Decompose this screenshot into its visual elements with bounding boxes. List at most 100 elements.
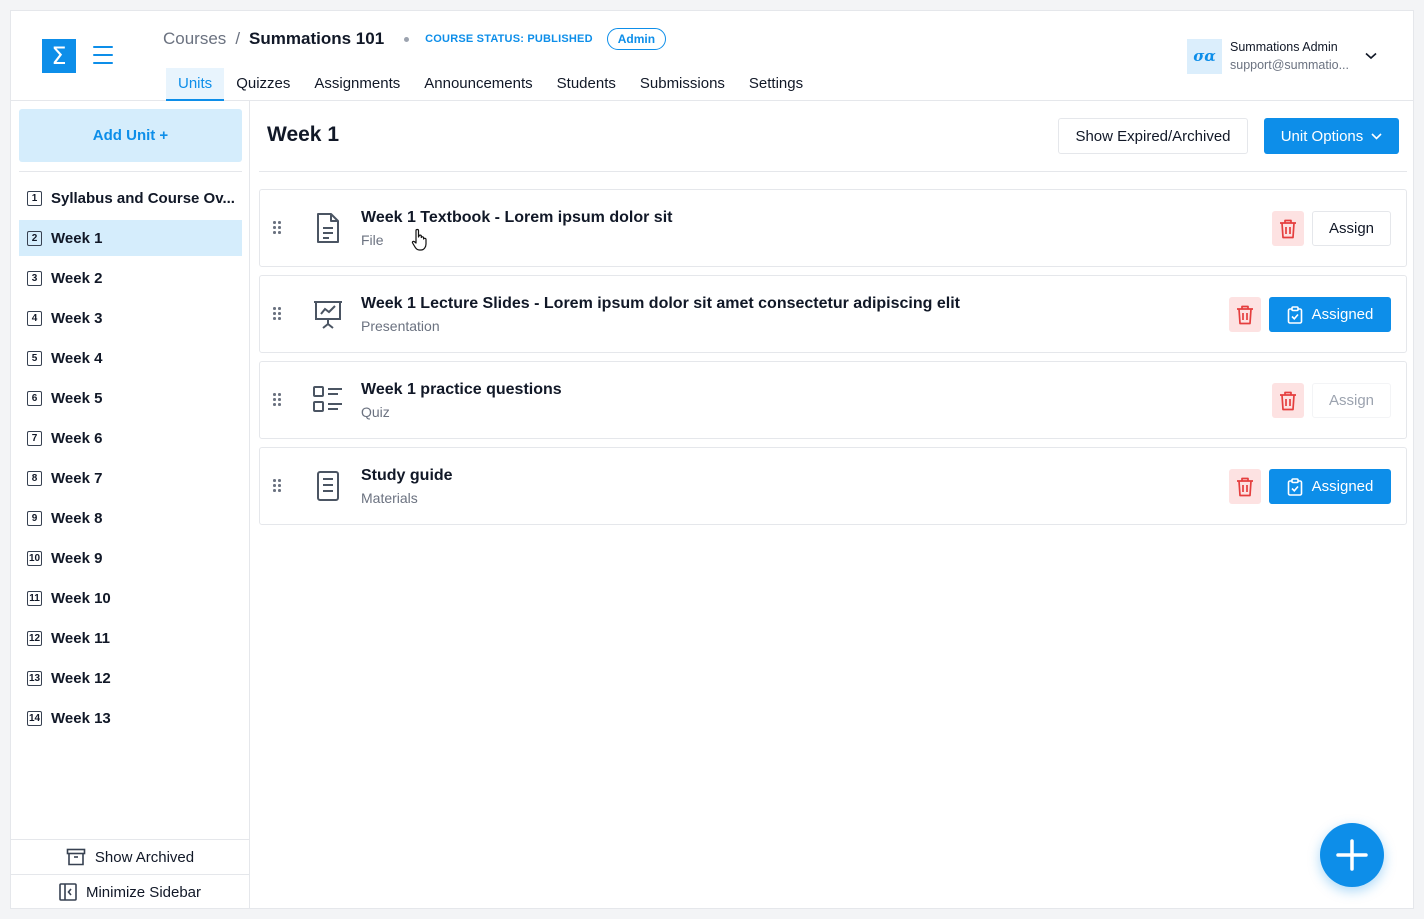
unit-name: Week 6 [51, 429, 103, 447]
app-window: Σ Courses / Summations 101 COURSE STATUS… [10, 10, 1414, 909]
item-title[interactable]: Week 1 Textbook - Lorem ipsum dolor sit [361, 209, 672, 227]
avatar: σα [1187, 38, 1222, 74]
unit-options-label: Unit Options [1280, 127, 1364, 145]
sigma-logo-icon[interactable]: Σ [42, 39, 76, 73]
unit-number-badge: 11 [27, 590, 42, 606]
unit-name: Week 7 [51, 469, 103, 487]
unit-number-badge: 3 [27, 270, 42, 286]
unit-name: Week 3 [51, 309, 103, 327]
breadcrumb-courses-link[interactable]: Courses [163, 29, 226, 49]
units-sidebar: Add Unit + 1 Syllabus and Course Ov... 2W… [11, 101, 250, 908]
sidebar-item-unit-13[interactable]: 13 Week 12 [19, 660, 242, 696]
unit-name: Week 1 [51, 229, 103, 247]
unit-list: 1 Syllabus and Course Ov... 2 Week 1 3 Week… [19, 180, 242, 740]
unit-item-row: Week 1 Textbook - Lorem ipsum dolor sit … [259, 189, 1407, 267]
user-menu[interactable]: σα Summations Admin support@summatio... [1187, 38, 1387, 74]
breadcrumb: Courses / Summations 101 COURSE STATUS: … [163, 28, 667, 50]
drag-handle-icon[interactable] [273, 393, 281, 407]
unit-name: Week 2 [51, 269, 103, 287]
unit-number-badge: 13 [27, 670, 42, 686]
sidebar-item-unit-3[interactable]: 3 Week 2 [19, 260, 242, 296]
plus-icon [1336, 839, 1368, 871]
unit-name: Week 5 [51, 389, 103, 407]
tab-students[interactable]: Students [545, 68, 628, 101]
unit-number-badge: 6 [27, 390, 42, 406]
item-title[interactable]: Week 1 Lecture Slides - Lorem ipsum dolo… [361, 295, 960, 313]
delete-button[interactable] [1229, 469, 1261, 504]
unit-content: Week 1 Show Expired/Archived Unit Option… [251, 101, 1413, 908]
show-archived-button[interactable]: Show Archived [11, 839, 249, 874]
tab-announcements[interactable]: Announcements [412, 68, 544, 101]
assigned-button[interactable]: Assigned [1269, 297, 1391, 332]
show-expired-archived-button[interactable]: Show Expired/Archived [1058, 118, 1248, 154]
drag-handle-icon[interactable] [273, 307, 281, 321]
sidebar-item-unit-10[interactable]: 10 Week 9 [19, 540, 242, 576]
sidebar-item-unit-12[interactable]: 12 Week 11 [19, 620, 242, 656]
sidebar-item-unit-4[interactable]: 4 Week 3 [19, 300, 242, 336]
item-type: File [361, 232, 384, 248]
trash-icon [1280, 219, 1296, 238]
breadcrumb-current-course: Summations 101 [249, 29, 385, 48]
breadcrumb-separator: / [235, 29, 241, 48]
assigned-button[interactable]: Assigned [1269, 469, 1391, 504]
delete-button[interactable] [1272, 383, 1304, 418]
sidebar-item-unit-5[interactable]: 5 Week 4 [19, 340, 242, 376]
tab-submissions[interactable]: Submissions [628, 68, 737, 101]
unit-item-row: Week 1 Lecture Slides - Lorem ipsum dolo… [259, 275, 1407, 353]
unit-name: Week 4 [51, 349, 103, 367]
role-badge: Admin [606, 28, 667, 50]
chevron-down-icon[interactable] [1365, 52, 1377, 60]
user-name: Summations Admin [1230, 40, 1338, 54]
course-status-label: COURSE STATUS: PUBLISHED [425, 33, 593, 45]
hamburger-menu-icon[interactable] [93, 46, 113, 64]
minimize-sidebar-button[interactable]: Minimize Sidebar [11, 874, 249, 908]
delete-button[interactable] [1272, 211, 1304, 246]
sidebar-item-unit-14[interactable]: 14 Week 13 [19, 700, 242, 736]
sidebar-item-unit-9[interactable]: 9 Week 8 [19, 500, 242, 536]
top-header: Σ Courses / Summations 101 COURSE STATUS… [11, 11, 1413, 101]
unit-item-row: Week 1 practice questions Quiz Assign [259, 361, 1407, 439]
add-item-fab-button[interactable] [1320, 823, 1384, 887]
assign-button[interactable]: Assign [1312, 383, 1391, 418]
notes-icon [317, 471, 339, 501]
delete-button[interactable] [1229, 297, 1261, 332]
unit-number-badge: 2 [27, 230, 42, 246]
chevron-down-icon [1371, 132, 1382, 140]
sidebar-item-unit-6[interactable]: 6 Week 5 [19, 380, 242, 416]
trash-icon [1237, 305, 1253, 324]
sidebar-item-unit-11[interactable]: 11 Week 10 [19, 580, 242, 616]
sidebar-item-unit-1[interactable]: 1 Syllabus and Course Ov... [19, 180, 242, 216]
assign-button[interactable]: Assign [1312, 211, 1391, 246]
tab-quizzes[interactable]: Quizzes [224, 68, 302, 101]
assigned-label: Assigned [1311, 306, 1374, 323]
minimize-sidebar-label: Minimize Sidebar [85, 883, 202, 901]
item-title[interactable]: Study guide [361, 467, 453, 485]
course-tabs: Units Quizzes Assignments Announcements … [166, 68, 815, 101]
unit-number-badge: 8 [27, 470, 42, 486]
unit-number-badge: 1 [27, 190, 42, 206]
tab-assignments[interactable]: Assignments [302, 68, 412, 101]
add-unit-button[interactable]: Add Unit + [19, 109, 242, 162]
tab-settings[interactable]: Settings [737, 68, 815, 101]
page-title: Week 1 [267, 123, 339, 146]
unit-name: Syllabus and Course Ov... [51, 189, 235, 207]
presentation-icon [314, 301, 342, 329]
sidebar-item-unit-7[interactable]: 7 Week 6 [19, 420, 242, 456]
unit-number-badge: 10 [27, 550, 42, 566]
tab-units[interactable]: Units [166, 68, 225, 101]
show-archived-label: Show Archived [94, 848, 195, 866]
user-email: support@summatio... [1230, 58, 1349, 72]
unit-options-button[interactable]: Unit Options [1264, 118, 1399, 154]
drag-handle-icon[interactable] [273, 221, 281, 235]
item-type: Materials [361, 490, 418, 506]
item-title[interactable]: Week 1 practice questions [361, 381, 562, 399]
hand-pointer-cursor-icon [411, 228, 427, 251]
list-check-icon [313, 386, 342, 412]
drag-handle-icon[interactable] [273, 479, 281, 493]
sidebar-item-unit-8[interactable]: 8 Week 7 [19, 460, 242, 496]
item-type: Quiz [361, 404, 390, 420]
trash-icon [1280, 391, 1296, 410]
unit-name: Week 11 [51, 629, 110, 647]
sidebar-item-unit-2[interactable]: 2 Week 1 [19, 220, 242, 256]
unit-number-badge: 5 [27, 350, 42, 366]
